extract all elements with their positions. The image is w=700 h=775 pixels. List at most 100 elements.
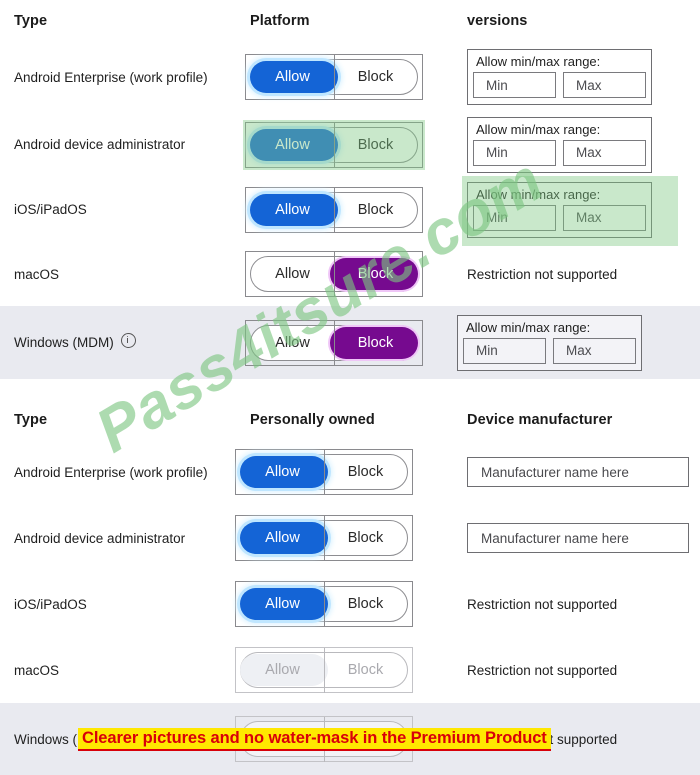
- max-input[interactable]: Max: [563, 204, 646, 231]
- personally-owned-toggle-cell: Allow Block: [235, 581, 455, 627]
- restriction-note: Restriction not supported: [467, 596, 618, 612]
- max-input[interactable]: Max: [563, 139, 646, 166]
- premium-product-banner: Clearer pictures and no water-mask in th…: [78, 728, 551, 751]
- row-type-cell: iOS/iPadOS: [0, 201, 240, 218]
- table-row: macOS Allow Block Restriction not suppor…: [0, 242, 700, 306]
- platform-toggle-cell: Allow Block: [240, 251, 455, 297]
- toggle-option-allow[interactable]: Allow: [251, 128, 334, 162]
- range-label: Allow min/max range:: [476, 54, 601, 69]
- versions-cell: Allow min/max range: Min Max: [455, 49, 700, 105]
- toggle-option-block[interactable]: Block: [334, 128, 417, 162]
- table-row: iOS/iPadOS Allow Block Allow min/max ran…: [0, 175, 700, 246]
- platform-toggle-cell: Allow Block: [240, 186, 455, 233]
- min-max-range-box: Allow min/max range: Min Max: [467, 181, 652, 238]
- toggle-option-allow[interactable]: Allow: [251, 60, 334, 94]
- toggle-option-block[interactable]: Block: [334, 326, 417, 360]
- screenshot-page: Type Platform versions Android Enterpris…: [0, 0, 700, 775]
- allow-block-toggle[interactable]: Allow Block: [245, 54, 423, 100]
- manufacturer-input[interactable]: Manufacturer name here: [467, 457, 689, 487]
- row-type-cell: Android Enterprise (work profile): [0, 69, 240, 86]
- personally-owned-toggle-cell: Allow Block: [235, 647, 455, 693]
- min-input[interactable]: Min: [473, 72, 556, 98]
- toggle-option-block[interactable]: Block: [334, 60, 417, 94]
- min-input[interactable]: Min: [473, 139, 556, 166]
- personally-owned-toggle-cell: Allow Block: [235, 515, 455, 561]
- table-row: Android device administrator Allow Block…: [0, 505, 700, 571]
- segmented-control[interactable]: Allow Block: [250, 55, 418, 100]
- toggle-option-block[interactable]: Block: [334, 193, 417, 227]
- toggle-divider: [324, 582, 326, 627]
- info-icon[interactable]: [120, 333, 136, 348]
- toggle-divider: [324, 648, 326, 693]
- allow-block-toggle[interactable]: Allow Block: [243, 119, 425, 170]
- table-row: Android device administrator Allow Block: [0, 112, 700, 177]
- min-input[interactable]: Min: [473, 204, 556, 231]
- table-row: macOS Allow Block Restriction not suppor…: [0, 637, 700, 703]
- row-type-label: macOS: [14, 662, 60, 678]
- versions-range-wrapper: Allow min/max range: Min Max: [462, 175, 678, 246]
- restriction-note: Restriction not supported: [467, 662, 618, 678]
- segmented-control[interactable]: Allow Block: [250, 187, 418, 233]
- toggle-option-allow[interactable]: Allow: [251, 326, 334, 360]
- range-inputs: Min Max: [473, 139, 646, 166]
- toggle-option-allow[interactable]: Allow: [241, 521, 324, 555]
- device-manufacturer-cell: Manufacturer name here: [455, 523, 700, 553]
- platform-toggle-cell: Allow Block: [240, 54, 455, 100]
- column-header-device-manufacturer: Device manufacturer: [467, 412, 613, 428]
- min-input[interactable]: Min: [463, 337, 546, 364]
- versions-cell: Allow min/max range: Min Max: [455, 116, 700, 173]
- column-header-platform: Platform: [250, 13, 310, 29]
- min-max-range-box: Allow min/max range: Min Max: [467, 116, 652, 173]
- allow-block-toggle[interactable]: Allow Block: [235, 449, 413, 495]
- toggle-option-block[interactable]: Block: [324, 521, 407, 555]
- segmented-control[interactable]: Allow Block: [240, 450, 408, 495]
- row-type-label: Android device administrator: [14, 530, 186, 546]
- column-header-type: Type: [14, 412, 48, 428]
- versions-cell: Restriction not supported: [455, 267, 700, 282]
- column-header-personally-owned: Personally owned: [250, 412, 375, 428]
- platform-toggle-cell: Allow Block: [240, 319, 455, 366]
- allow-block-toggle[interactable]: Allow Block: [245, 251, 423, 297]
- allow-block-toggle[interactable]: Allow Block: [245, 319, 423, 366]
- toggle-divider: [334, 187, 336, 233]
- platform-toggle-cell: Allow Block: [240, 119, 455, 170]
- toggle-option-block[interactable]: Block: [334, 257, 417, 291]
- max-input[interactable]: Max: [553, 337, 636, 364]
- toggle-option-block[interactable]: Block: [324, 587, 407, 621]
- column-header-versions: versions: [467, 13, 528, 29]
- toggle-option-allow[interactable]: Allow: [251, 193, 334, 227]
- device-manufacturer-cell: Restriction not supported: [455, 663, 700, 678]
- row-type-cell: Android device administrator: [0, 136, 240, 153]
- segmented-control[interactable]: Allow Block: [240, 516, 408, 561]
- allow-block-toggle[interactable]: Allow Block: [235, 515, 413, 561]
- table-separator: [0, 379, 700, 401]
- segmented-control: Allow Block: [240, 648, 408, 693]
- toggle-divider: [324, 516, 326, 561]
- personally-owned-toggle-cell: Allow Block: [235, 449, 455, 495]
- allow-block-toggle: Allow Block: [235, 647, 413, 693]
- versions-cell: Allow min/max range: Min Max: [455, 314, 700, 371]
- row-type-label: iOS/iPadOS: [14, 596, 87, 612]
- toggle-divider: [324, 450, 326, 495]
- toggle-option-allow[interactable]: Allow: [251, 257, 334, 291]
- toggle-option-allow[interactable]: Allow: [241, 455, 324, 489]
- segmented-control[interactable]: Allow Block: [240, 582, 408, 627]
- toggle-option-allow[interactable]: Allow: [241, 587, 324, 621]
- row-type-label: Windows (MDM): [14, 335, 114, 350]
- min-max-range-box: Allow min/max range: Min Max: [457, 314, 642, 371]
- allow-block-toggle[interactable]: Allow Block: [245, 186, 423, 233]
- segmented-control[interactable]: Allow Block: [250, 320, 418, 366]
- manufacturer-input[interactable]: Manufacturer name here: [467, 523, 689, 553]
- max-input[interactable]: Max: [563, 72, 646, 98]
- row-type-cell: Windows (MDM): [0, 333, 240, 352]
- range-inputs: Min Max: [473, 204, 646, 231]
- row-type-cell: Android Enterprise (work profile): [0, 464, 240, 481]
- allow-block-toggle[interactable]: Allow Block: [235, 581, 413, 627]
- toggle-option-block[interactable]: Block: [324, 455, 407, 489]
- range-label: Allow min/max range:: [476, 186, 601, 202]
- row-type-label: Android Enterprise (work profile): [14, 464, 208, 480]
- segmented-control[interactable]: Allow Block: [250, 252, 418, 297]
- segmented-control[interactable]: Allow Block: [250, 122, 418, 168]
- row-type-cell: macOS: [0, 266, 240, 283]
- table-row: Android Enterprise (work profile) Allow …: [0, 439, 700, 505]
